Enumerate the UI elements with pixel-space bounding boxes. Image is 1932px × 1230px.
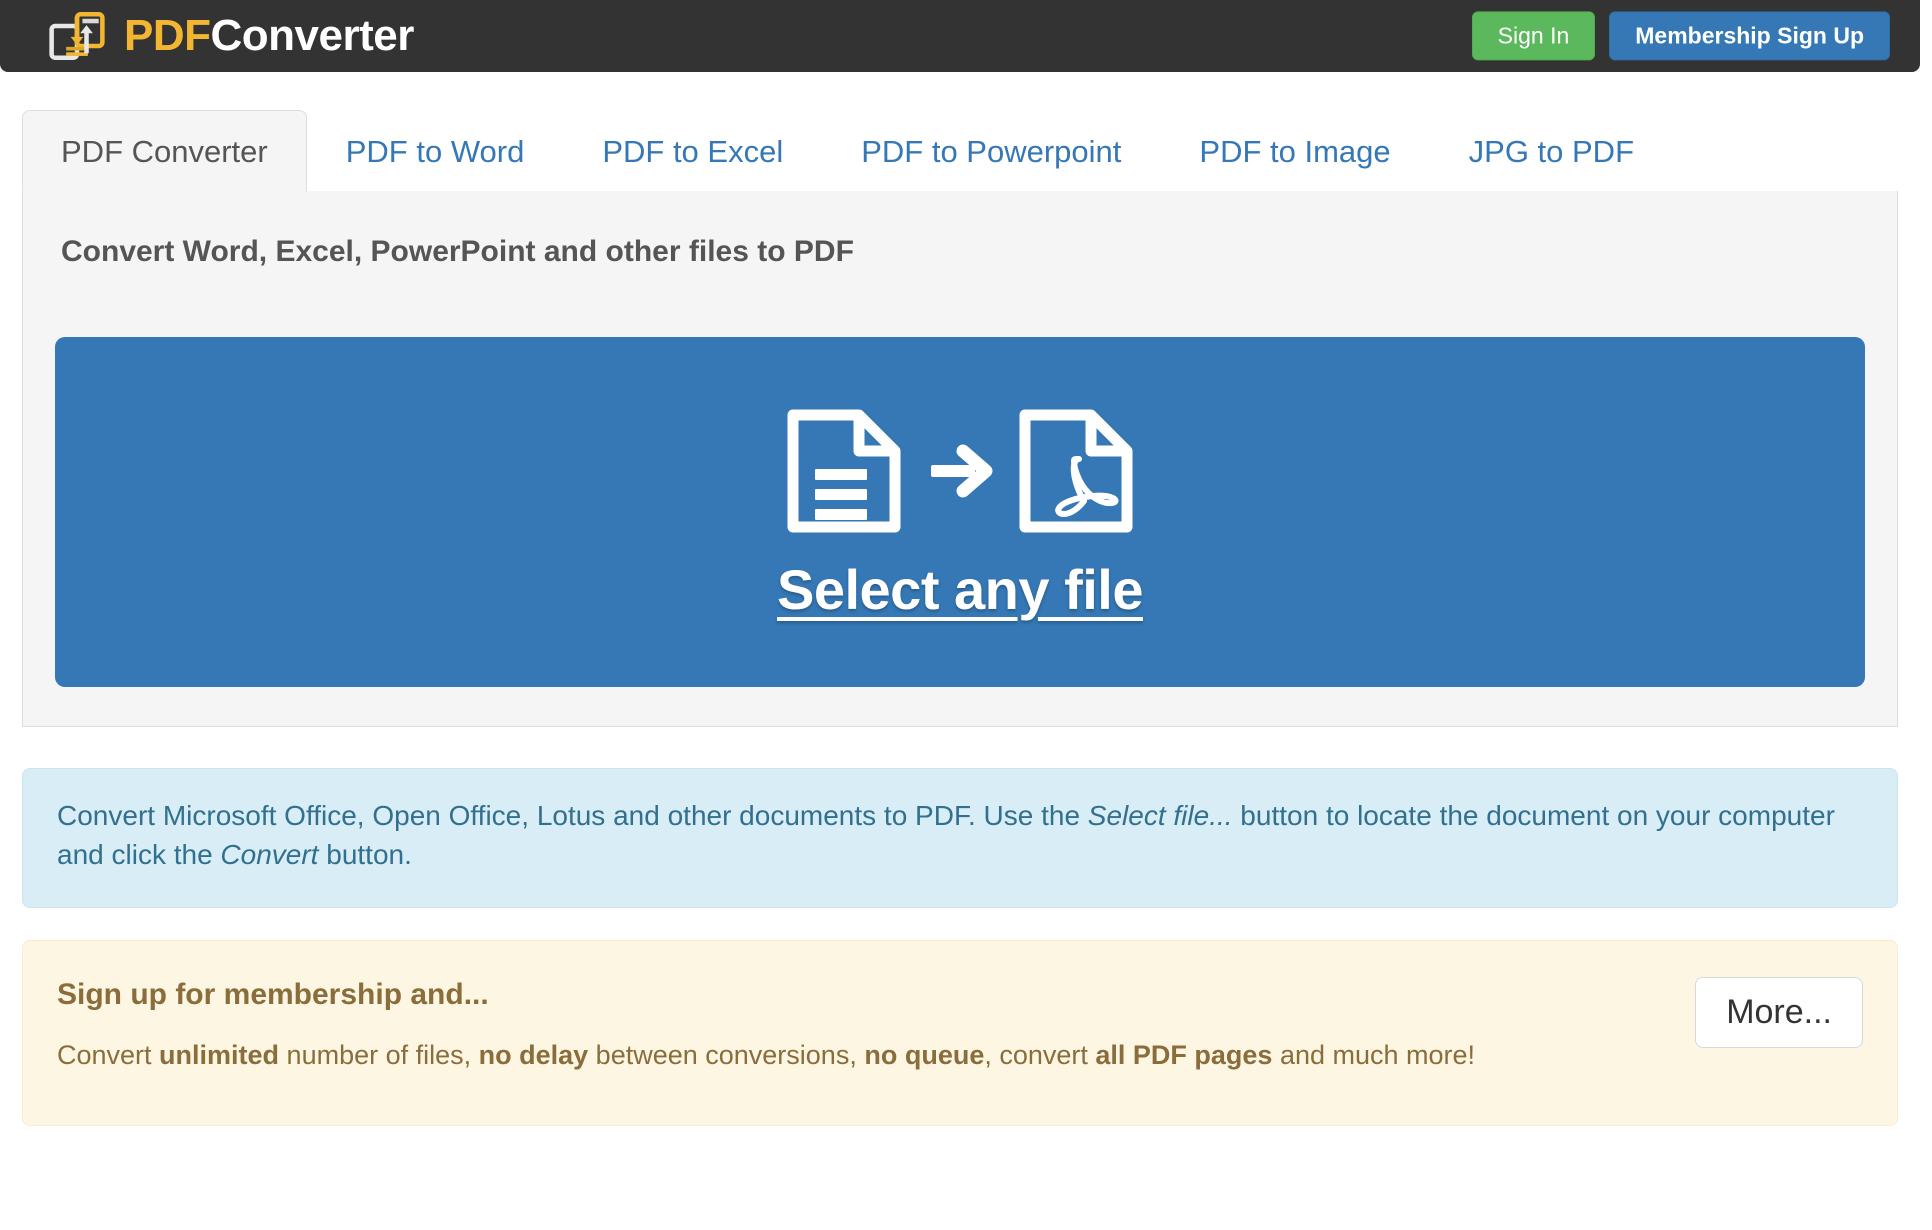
site-header: PDFConverter Sign In Membership Sign Up (0, 0, 1920, 72)
tab-pdf-to-excel[interactable]: PDF to Excel (563, 110, 822, 191)
tab-pdf-to-word[interactable]: PDF to Word (307, 110, 564, 191)
member-text-2: number of files, (279, 1040, 479, 1070)
conversion-icons (785, 407, 1135, 540)
arrow-right-icon (927, 438, 993, 509)
member-text-1: Convert (57, 1040, 160, 1070)
header-actions: Sign In Membership Sign Up (1471, 11, 1890, 61)
pdf-file-icon (1017, 407, 1135, 540)
document-file-icon (785, 407, 903, 540)
member-text-4: , convert (984, 1040, 1096, 1070)
member-bold-all-pdf-pages: all PDF pages (1095, 1040, 1273, 1070)
membership-box: Sign up for membership and... Convert un… (22, 940, 1898, 1126)
membership-text: Convert unlimited number of files, no de… (57, 1037, 1697, 1073)
select-any-file-label: Select any file (776, 557, 1144, 621)
tab-label: PDF Converter (61, 133, 268, 169)
tab-pdf-converter[interactable]: PDF Converter (22, 110, 307, 192)
converter-tabs: PDF Converter PDF to Word PDF to Excel P… (22, 110, 1898, 192)
brand-logo[interactable]: PDFConverter (48, 0, 414, 72)
member-bold-no-delay: no delay (478, 1040, 589, 1070)
member-bold-unlimited: unlimited (159, 1040, 280, 1070)
info-text-1: Convert Microsoft Office, Open Office, L… (57, 800, 1088, 831)
pdf-convert-documents-icon (48, 7, 106, 65)
member-bold-no-queue: no queue (864, 1040, 985, 1070)
member-text-3: between conversions, (588, 1040, 865, 1070)
member-text-5: and much more! (1272, 1040, 1476, 1070)
page-title: Convert Word, Excel, PowerPoint and othe… (61, 235, 854, 268)
info-emphasis-convert: Convert (220, 838, 319, 870)
membership-sign-up-button[interactable]: Membership Sign Up (1609, 11, 1890, 61)
brand-title: PDFConverter (124, 14, 414, 58)
tab-label: PDF to Word (345, 133, 525, 169)
membership-title: Sign up for membership and... (57, 978, 489, 1011)
info-text-3: button. (318, 838, 412, 870)
info-emphasis-select-file: Select file... (1087, 800, 1233, 831)
tab-jpg-to-pdf[interactable]: JPG to PDF (1430, 110, 1673, 191)
converter-panel: Convert Word, Excel, PowerPoint and othe… (22, 191, 1898, 727)
tab-label: PDF to Image (1199, 133, 1391, 169)
tab-pdf-to-powerpoint[interactable]: PDF to Powerpoint (822, 110, 1160, 191)
info-box: Convert Microsoft Office, Open Office, L… (22, 768, 1898, 908)
brand-title-pdf: PDF (124, 11, 211, 60)
tab-pdf-to-image[interactable]: PDF to Image (1160, 110, 1429, 191)
more-button[interactable]: More... (1695, 977, 1863, 1049)
file-dropzone[interactable]: Select any file (55, 337, 1865, 687)
tab-label: PDF to Excel (602, 133, 784, 169)
info-box-text: Convert Microsoft Office, Open Office, L… (57, 797, 1863, 874)
tab-label: PDF to Powerpoint (861, 133, 1122, 169)
brand-title-converter: Converter (210, 11, 415, 60)
sign-in-button[interactable]: Sign In (1471, 11, 1596, 61)
tab-label: JPG to PDF (1468, 133, 1635, 169)
